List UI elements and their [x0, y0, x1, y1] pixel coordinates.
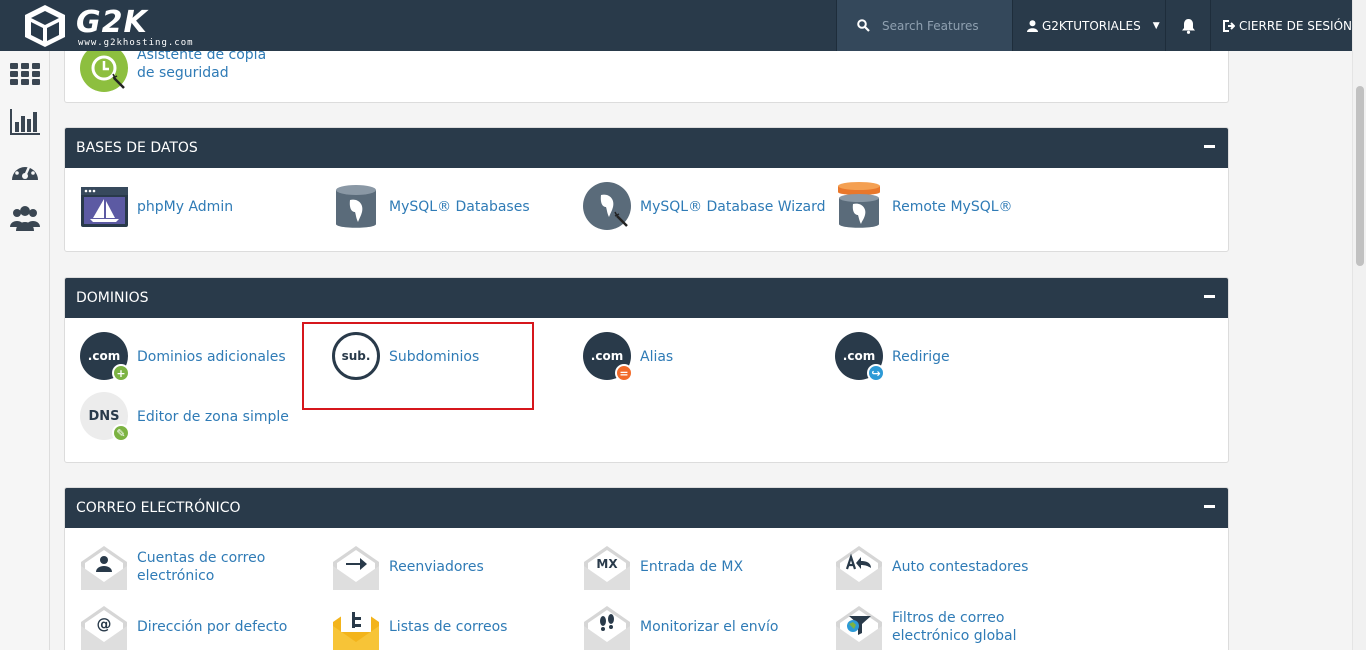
phpmyadmin-label: phpMy Admin: [137, 199, 234, 215]
forwarders-item[interactable]: Reenviadores: [332, 542, 484, 592]
panel-header-domains[interactable]: DOMINIOS: [65, 278, 1228, 318]
notifications-button[interactable]: [1165, 0, 1210, 51]
chevron-down-icon: ▼: [1152, 20, 1160, 31]
mx-entry-item[interactable]: MX Entrada de MX: [583, 542, 743, 592]
redirect-arrow-icon: ↪: [867, 364, 885, 382]
mysql-database-wizard-item[interactable]: MySQL® Database Wizard: [583, 182, 826, 232]
pencil-icon: ✎: [112, 424, 130, 442]
user-icon: [1027, 19, 1038, 32]
mysql-wizard-icon: [583, 182, 633, 232]
search-icon: [857, 19, 870, 32]
subdomains-highlight-box: [302, 322, 534, 410]
default-address-label: Dirección por defecto: [137, 619, 288, 635]
bell-icon: [1181, 18, 1195, 34]
dashboard-gauge-icon[interactable]: [10, 156, 40, 186]
mx-entry-label: Entrada de MX: [640, 559, 744, 575]
track-delivery-icon: [583, 602, 633, 650]
redirects-item[interactable]: .com ↪ Redirige: [835, 332, 950, 382]
backup-wizard-label: Asistente de copia de seguridad: [137, 47, 267, 81]
panel-title-domains: DOMINIOS: [76, 290, 149, 306]
aliases-item[interactable]: .com = Alias: [583, 332, 673, 382]
email-account-icon: [80, 542, 130, 592]
grid-icon[interactable]: [10, 59, 40, 89]
stats-chart-icon[interactable]: [10, 107, 40, 137]
global-email-filters-label: Filtros de correo electrónico global: [892, 610, 1017, 644]
panel-title-email: CORREO ELECTRÓNICO: [76, 500, 241, 516]
navbar-right: G2KTUTORIALES ▼ CIERRE DE SESIÓN: [836, 0, 1352, 51]
plus-icon: +: [112, 364, 130, 382]
dns-icon: DNS ✎: [80, 392, 130, 442]
redirects-label: Redirige: [892, 349, 950, 365]
remote-mysql-label: Remote MySQL®: [892, 199, 1013, 215]
autoresponders-label: Auto contestadores: [892, 559, 1029, 575]
search-box: [836, 0, 1012, 51]
global-filter-icon: [835, 602, 885, 650]
mysql-databases-item[interactable]: MySQL® Databases: [332, 182, 530, 232]
email-accounts-label: Cuentas de correo electrónico: [137, 550, 266, 584]
track-delivery-item[interactable]: Monitorizar el envío: [583, 602, 778, 650]
email-accounts-item[interactable]: Cuentas de correo electrónico: [80, 542, 277, 592]
backup-wizard-icon: [80, 44, 130, 96]
panel-title-databases: BASES DE DATOS: [76, 140, 198, 156]
mailing-lists-label: Listas de correos: [389, 619, 508, 635]
logout-button[interactable]: CIERRE DE SESIÓN: [1210, 0, 1352, 51]
mailing-lists-item[interactable]: Listas de correos: [332, 602, 507, 650]
panel-databases: BASES DE DATOS phpMy Admin MySQL® Databa…: [64, 127, 1229, 252]
collapse-icon[interactable]: [1204, 295, 1215, 298]
logo-subtext: www.g2khosting.com: [78, 38, 194, 48]
logout-label: CIERRE DE SESIÓN: [1239, 18, 1352, 33]
scrollbar-thumb[interactable]: [1356, 86, 1364, 266]
g2k-logo[interactable]: G2K www.g2khosting.com: [22, 3, 212, 49]
redirect-icon: .com ↪: [835, 332, 885, 382]
phpmyadmin-icon: [80, 182, 130, 232]
user-menu[interactable]: G2KTUTORIALES ▼: [1012, 0, 1165, 51]
mysql-database-icon: [332, 182, 382, 232]
zone-editor-item[interactable]: DNS ✎ Editor de zona simple: [80, 392, 289, 442]
vertical-scrollbar[interactable]: [1352, 0, 1366, 650]
addon-domains-item[interactable]: .com + Dominios adicionales: [80, 332, 286, 382]
autoresponder-icon: [835, 542, 885, 592]
default-address-icon: @: [80, 602, 130, 650]
zone-editor-label: Editor de zona simple: [137, 409, 289, 425]
global-email-filters-item[interactable]: Filtros de correo electrónico global: [835, 602, 1082, 650]
backup-wizard-item[interactable]: Asistente de copia de seguridad: [80, 44, 287, 96]
default-address-item[interactable]: @ Dirección por defecto: [80, 602, 287, 650]
addon-domains-label: Dominios adicionales: [137, 349, 286, 365]
forwarders-label: Reenviadores: [389, 559, 484, 575]
svg-text:@: @: [97, 615, 112, 633]
remote-mysql-icon: [835, 182, 885, 232]
user-name: G2KTUTORIALES: [1042, 18, 1141, 33]
search-features-input[interactable]: [882, 18, 1002, 33]
panel-domains: DOMINIOS .com + Dominios adicionales sub…: [64, 277, 1229, 463]
autoresponders-item[interactable]: Auto contestadores: [835, 542, 1028, 592]
top-navbar: G2K www.g2khosting.com G2KTUTORIALES ▼: [0, 0, 1352, 51]
aliases-label: Alias: [640, 349, 674, 365]
forwarder-icon: [332, 542, 382, 592]
panel-email: CORREO ELECTRÓNICO Cuentas de correo ele…: [64, 487, 1229, 650]
cube-logo-icon: [25, 5, 65, 47]
mx-icon: MX: [583, 542, 633, 592]
logo-text: G2K: [76, 5, 148, 40]
equals-icon: =: [615, 364, 633, 382]
panel-header-databases[interactable]: BASES DE DATOS: [65, 128, 1228, 168]
mysql-database-wizard-label: MySQL® Database Wizard: [640, 199, 826, 215]
collapse-icon[interactable]: [1204, 505, 1215, 508]
collapse-icon[interactable]: [1204, 145, 1215, 148]
mysql-databases-label: MySQL® Databases: [389, 199, 530, 215]
mailing-list-icon: [332, 602, 382, 650]
svg-text:MX: MX: [596, 557, 618, 571]
remote-mysql-item[interactable]: Remote MySQL®: [835, 182, 1013, 232]
addon-domain-icon: .com +: [80, 332, 130, 382]
left-sidebar: [0, 51, 50, 650]
users-group-icon[interactable]: [10, 203, 40, 233]
alias-icon: .com =: [583, 332, 633, 382]
panel-header-email[interactable]: CORREO ELECTRÓNICO: [65, 488, 1228, 528]
track-delivery-label: Monitorizar el envío: [640, 619, 779, 635]
phpmyadmin-item[interactable]: phpMy Admin: [80, 182, 233, 232]
logout-icon: [1223, 19, 1235, 32]
